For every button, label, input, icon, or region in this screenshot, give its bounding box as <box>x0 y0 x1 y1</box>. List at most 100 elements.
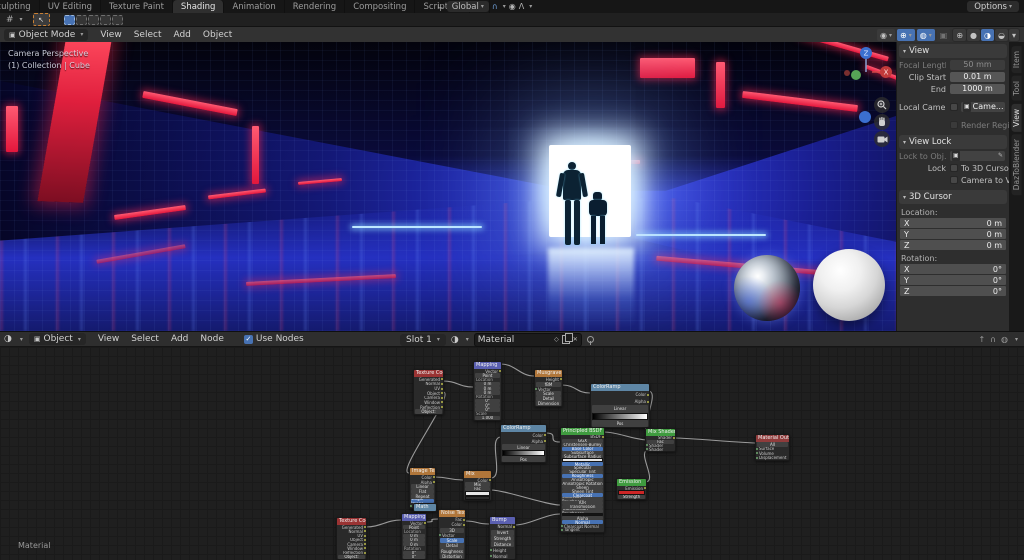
shading-solid-icon[interactable]: ● <box>967 29 980 41</box>
new-material-copy-icon[interactable] <box>562 335 570 344</box>
shading-rendered-icon[interactable]: ◒ <box>995 29 1008 41</box>
node-math[interactable]: Math <box>413 503 437 512</box>
pin-icon[interactable] <box>587 336 594 343</box>
shader-type-dropdown[interactable]: ▣ Object ▾ <box>29 333 86 345</box>
cursor-rotation-row[interactable]: Y0° <box>900 275 1006 285</box>
node-color-ramp-2[interactable]: ColorRampColorAlphaLinearPos <box>500 424 547 463</box>
snap-magnet-icon[interactable]: ∩ <box>492 2 498 11</box>
select-mode-new[interactable] <box>64 15 75 25</box>
shader-menu-node[interactable]: Node <box>194 334 230 344</box>
pan-hand-button[interactable] <box>874 114 890 130</box>
parent-node-tree-icon[interactable]: ↑ <box>978 335 985 344</box>
view-lock-panel-header[interactable]: ▾ View Lock <box>899 135 1007 149</box>
node-header[interactable]: ColorRamp <box>591 384 649 391</box>
viewport-menu-object[interactable]: Object <box>197 30 238 40</box>
node-noise-texture[interactable]: Noise TextureFacColor3DVectorScaleDetail… <box>438 509 466 560</box>
workspace-tab-uv-editing[interactable]: UV Editing <box>40 0 101 13</box>
active-tool-select-box[interactable]: ↖ <box>33 13 50 26</box>
select-mode-intersect[interactable] <box>112 15 123 25</box>
node-row[interactable]: Invert <box>491 530 514 536</box>
sidebar-tab-tool[interactable]: Tool <box>1012 76 1022 101</box>
node-row[interactable]: 1.000 <box>475 416 500 420</box>
node-header[interactable]: Image Texture <box>410 468 435 475</box>
chevron-down-icon[interactable]: ▾ <box>20 16 23 23</box>
zoom-button[interactable] <box>874 97 890 113</box>
xray-toggle[interactable]: ▣ <box>937 29 951 41</box>
node-header[interactable]: Mix Shader <box>646 429 675 436</box>
cursor-rotation-row[interactable]: X0° <box>900 264 1006 274</box>
node-principled-bsdf[interactable]: Principled BSDFBSDFGGXChristensen-Burley… <box>560 427 605 533</box>
local-camera-checkbox[interactable] <box>950 103 958 111</box>
node-mapping-1[interactable]: MappingVectorPointLocation0 m0 m0 mRotat… <box>473 361 502 421</box>
node-row[interactable]: Pos <box>592 420 648 427</box>
node-row[interactable]: Pos <box>502 456 545 462</box>
node-material-output[interactable]: Material OutputAllSurfaceVolumeDisplacem… <box>755 434 790 461</box>
node-color-ramp-1[interactable]: ColorRampColorAlphaLinearPos <box>590 383 650 428</box>
proportional-edit-icon[interactable]: ◉ <box>509 2 516 11</box>
sidebar-tab-daztoblender[interactable]: DazToBlender <box>1012 134 1022 195</box>
select-mode-extend[interactable] <box>76 15 87 25</box>
shading-dropdown[interactable]: ▾ <box>1009 29 1019 41</box>
falloff-curve-icon[interactable]: Λ <box>519 2 524 11</box>
node-row[interactable]: Dimension <box>536 401 561 406</box>
clip-end-field[interactable]: 1000 m <box>950 84 1005 94</box>
node-emission[interactable]: EmissionEmissionStrength <box>616 478 647 500</box>
node-row[interactable]: Displacement <box>756 456 789 461</box>
node-row[interactable]: Color <box>439 522 465 527</box>
3d-cursor-panel-header[interactable]: ▾ 3D Cursor <box>899 190 1007 204</box>
node-header[interactable]: Musgrave Texture <box>535 370 562 377</box>
viewport-menu-add[interactable]: Add <box>167 30 196 40</box>
gizmos-dropdown[interactable]: ⊕▾ <box>897 29 915 41</box>
material-browse-icon[interactable]: ◑ <box>451 335 459 345</box>
workspace-tab-animation[interactable]: Animation <box>224 0 284 13</box>
chevron-down-icon[interactable]: ▾ <box>503 3 506 10</box>
node-tex-coordinate-1[interactable]: Texture CoordinateGeneratedNormalUVObjec… <box>413 369 444 415</box>
workspace-tab-rendering[interactable]: Rendering <box>285 0 345 13</box>
node-row[interactable]: Object: <box>338 555 365 559</box>
workspace-tab-shading[interactable]: Shading <box>173 0 225 13</box>
node-header[interactable]: Noise Texture <box>439 510 465 517</box>
unlink-icon[interactable]: ✕ <box>573 336 578 343</box>
chevron-down-icon[interactable]: ▾ <box>1015 336 1018 343</box>
cursor-location-row[interactable]: X0 m <box>900 218 1006 228</box>
camera-to-view-checkbox[interactable] <box>950 176 958 184</box>
select-mode-invert[interactable] <box>100 15 111 25</box>
fake-user-icon[interactable]: ◇ <box>554 336 559 343</box>
chevron-down-icon[interactable]: ▾ <box>529 3 532 10</box>
node-row[interactable] <box>465 491 490 495</box>
sidebar-tab-item[interactable]: Item <box>1012 46 1022 73</box>
node-header[interactable]: Principled BSDF <box>561 428 604 435</box>
shader-node-editor[interactable]: Material Texture CoordinateGeneratedNorm… <box>0 347 1024 560</box>
shader-menu-view[interactable]: View <box>92 334 125 344</box>
workspace-tab-compositing[interactable]: Compositing <box>345 0 415 13</box>
node-row[interactable]: Linear <box>592 405 648 412</box>
node-header[interactable]: ColorRamp <box>501 425 546 432</box>
node-row[interactable]: Alpha <box>591 398 649 405</box>
shading-material-preview-icon[interactable]: ◑ <box>981 29 994 41</box>
node-row[interactable]: Tangent <box>561 528 604 532</box>
select-mode-subtract[interactable] <box>88 15 99 25</box>
node-row[interactable]: Anisotropic <box>562 478 603 482</box>
node-row[interactable]: Object: <box>415 409 442 414</box>
lock-to-object-field[interactable]: ▣ ✎ <box>950 151 1005 161</box>
node-row[interactable]: Shader <box>646 447 675 451</box>
node-header[interactable]: Emission <box>617 479 646 486</box>
node-row[interactable] <box>592 413 648 420</box>
node-row[interactable]: Rotation <box>402 546 426 550</box>
chevron-down-icon[interactable]: ▾ <box>466 336 469 343</box>
material-name-field[interactable]: Material ◇ ✕ <box>474 333 582 347</box>
node-tex-coordinate-2[interactable]: Texture CoordinateGeneratedNormalUVObjec… <box>336 517 367 560</box>
snap-magnet-icon[interactable]: ∩ <box>990 335 996 344</box>
node-header[interactable]: Texture Coordinate <box>337 518 366 525</box>
workspace-tab-sculpting[interactable]: Sculpting <box>0 0 40 13</box>
node-header[interactable]: Bump <box>490 517 515 524</box>
visibility-dropdown[interactable]: ◉▾ <box>877 29 895 41</box>
use-nodes-toggle[interactable]: ✓ Use Nodes <box>244 334 304 344</box>
eyedropper-icon[interactable]: ✎ <box>998 151 1003 161</box>
overlays-dropdown[interactable]: ◍▾ <box>917 29 935 41</box>
cursor-location-row[interactable]: Z0 m <box>900 240 1006 250</box>
transform-orientation-dropdown[interactable]: Global ▾ <box>447 1 489 12</box>
node-row[interactable]: Roughness <box>440 549 464 554</box>
view-panel-header[interactable]: ▾ View <box>899 44 1007 58</box>
use-nodes-checkbox[interactable]: ✓ <box>244 335 253 344</box>
